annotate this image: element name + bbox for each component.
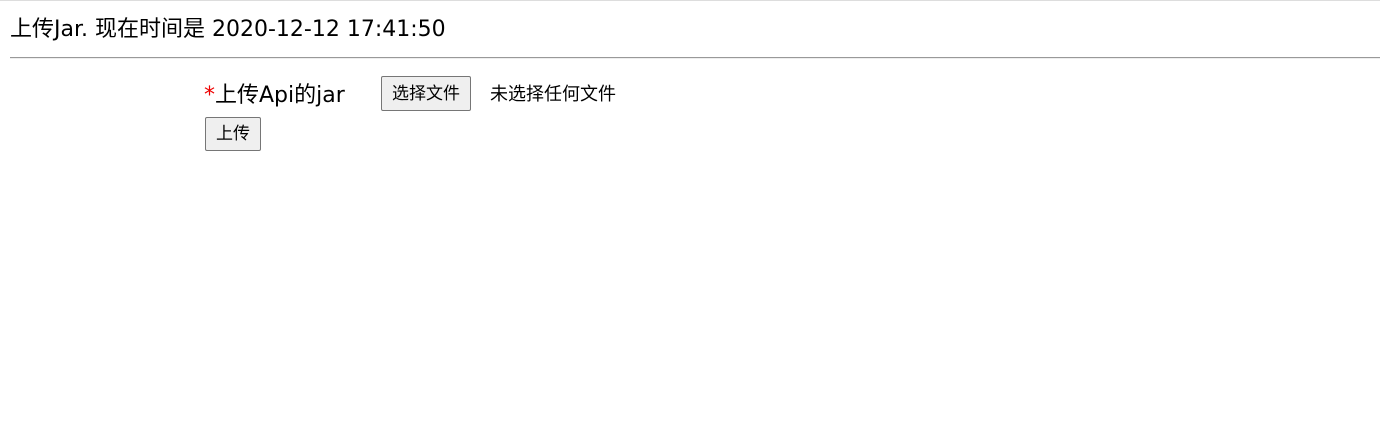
jar-field-label: *上传Api的jar — [204, 82, 345, 110]
page-title: 上传Jar. 现在时间是 2020-12-12 17:41:50 — [10, 17, 446, 42]
upload-button[interactable]: 上传 — [205, 117, 261, 151]
choose-file-button[interactable]: 选择文件 — [381, 76, 471, 111]
no-file-text: 未选择任何文件 — [490, 84, 616, 105]
divider — [10, 57, 1380, 59]
top-border — [0, 0, 1380, 1]
jar-label-text: 上传Api的jar — [215, 83, 345, 108]
required-mark: * — [204, 83, 215, 108]
